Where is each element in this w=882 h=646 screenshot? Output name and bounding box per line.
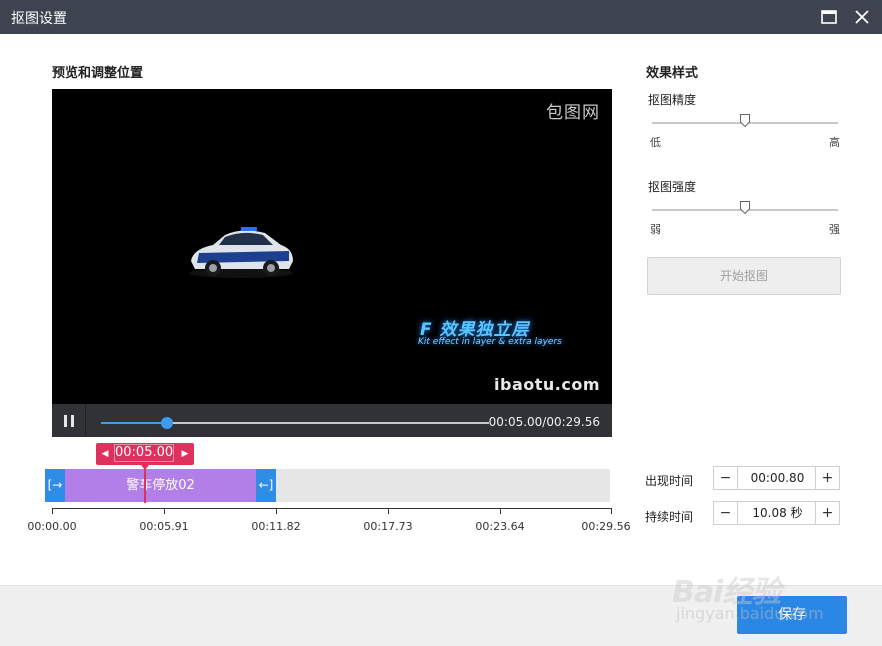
ruler-label: 00:00.00 — [27, 520, 77, 533]
timeline-track[interactable]: [→ 警车停放02 ←] — [45, 469, 610, 502]
duration-value[interactable]: 10.08 秒 — [739, 502, 816, 524]
strength-min-label: 弱 — [650, 223, 661, 236]
ruler-label: 00:29.56 — [581, 520, 631, 533]
effect-section-title: 效果样式 — [646, 66, 699, 81]
duration-plus-button[interactable]: + — [815, 502, 839, 524]
appear-time-minus-button[interactable]: − — [714, 467, 738, 489]
playhead-time: 00:05.00 — [114, 444, 174, 462]
strength-max-label: 强 — [829, 223, 840, 236]
ruler-label: 00:11.82 — [251, 520, 301, 533]
maximize-icon[interactable] — [818, 6, 840, 28]
appear-time-value[interactable]: 00:00.80 — [739, 467, 816, 489]
precision-slider-thumb[interactable] — [740, 114, 750, 127]
clip-end-handle-icon[interactable]: ←] — [256, 469, 276, 502]
precision-label: 抠图精度 — [648, 93, 697, 107]
clip-label: 警车停放02 — [126, 478, 195, 493]
precision-max-label: 高 — [829, 136, 840, 149]
duration-stepper: − 10.08 秒 + — [713, 501, 840, 525]
precision-min-label: 低 — [650, 136, 661, 149]
duration-minus-button[interactable]: − — [714, 502, 738, 524]
clip-start-handle-icon[interactable]: [→ — [45, 469, 65, 502]
timeline-clip[interactable]: [→ 警车停放02 ←] — [45, 469, 276, 502]
strength-slider-thumb[interactable] — [740, 201, 750, 214]
ruler-tick — [388, 508, 389, 514]
ruler-label: 00:23.64 — [475, 520, 525, 533]
playhead-time-tag[interactable]: ◀ 00:05.00 ▶ — [96, 443, 194, 465]
playhead-line[interactable] — [144, 468, 146, 503]
pause-icon — [64, 415, 67, 427]
close-icon[interactable] — [851, 6, 873, 28]
step-forward-icon[interactable]: ▶ — [178, 447, 192, 461]
watermark-bottom: ibaotu.com — [494, 375, 600, 394]
duration-label: 持续时间 — [645, 510, 694, 524]
video-preview[interactable]: 包图网 F 效果独立层 Kit effect in layer & extra … — [52, 89, 612, 437]
ruler-tick — [52, 508, 53, 514]
ruler-tick — [276, 508, 277, 514]
ruler-tick — [500, 508, 501, 514]
player-controls: 00:05.00/00:29.56 — [52, 404, 612, 437]
strength-label: 抠图强度 — [648, 180, 697, 194]
police-car-image — [189, 227, 293, 278]
timeline-ruler — [52, 508, 612, 514]
ruler-label: 00:17.73 — [363, 520, 413, 533]
watermark-top: 包图网 — [546, 103, 600, 123]
appear-time-plus-button[interactable]: + — [815, 467, 839, 489]
title-bar: 抠图设置 — [0, 0, 882, 34]
timecode: 00:05.00/00:29.56 — [488, 415, 600, 429]
ruler-tick — [611, 508, 612, 514]
start-matting-button[interactable]: 开始抠图 — [647, 257, 841, 295]
baidu-watermark-url: jingyan.baidu.com — [676, 604, 824, 623]
progress-fill — [101, 422, 167, 424]
appear-time-label: 出现时间 — [645, 474, 694, 488]
preview-section-title: 预览和调整位置 — [52, 66, 144, 81]
step-back-icon[interactable]: ◀ — [98, 447, 112, 461]
ruler-label: 00:05.91 — [139, 520, 189, 533]
pause-button[interactable] — [52, 404, 86, 437]
effect-subtitle-text: Kit effect in layer & extra layers — [418, 337, 562, 347]
progress-knob[interactable] — [160, 417, 173, 429]
ruler-tick — [164, 508, 165, 514]
progress-bar[interactable] — [101, 417, 489, 429]
window-title: 抠图设置 — [11, 11, 67, 27]
appear-time-stepper: − 00:00.80 + — [713, 466, 840, 490]
